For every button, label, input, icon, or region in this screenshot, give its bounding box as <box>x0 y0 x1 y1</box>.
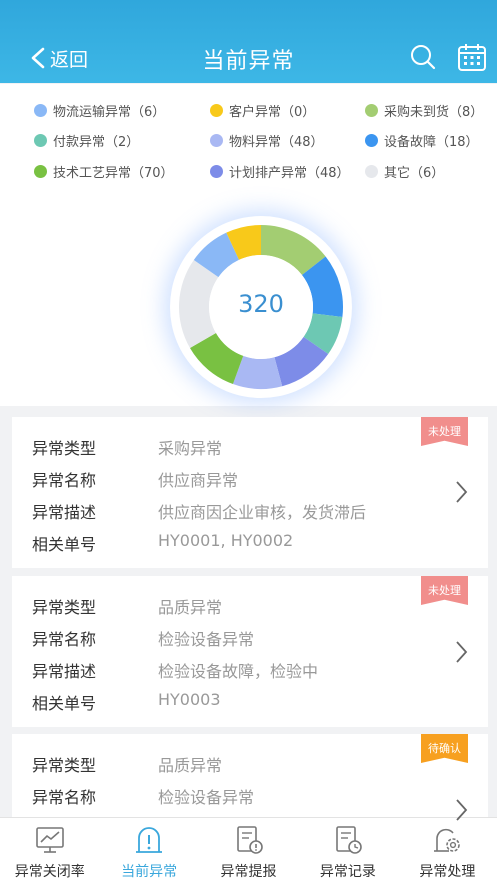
card-field-row: 相关单号 HY0001, HY0002 <box>32 531 293 555</box>
exception-card[interactable]: 待确认异常类型 品质异常异常名称 检验设备异常 <box>12 734 488 817</box>
field-label: 异常描述 <box>32 503 97 522</box>
chevron-right-icon[interactable] <box>454 798 468 822</box>
legend-dot <box>365 104 378 117</box>
nav-item-current[interactable]: 当前异常 <box>99 818 198 883</box>
status-badge: 待确认 <box>421 734 468 763</box>
legend-label: 设备故障（18） <box>384 135 479 150</box>
nav-label: 异常关闭率 <box>14 864 85 880</box>
legend-item: 付款异常（2） <box>34 131 139 150</box>
field-value: 检验设备异常 <box>158 788 255 807</box>
bottom-nav: 异常关闭率 当前异常 异常提报 异常记录 异常处理 <box>0 817 497 883</box>
card-field-row: 异常名称 检验设备异常 <box>32 784 254 808</box>
exception-card[interactable]: 未处理异常类型 采购异常异常名称 供应商异常异常描述 供应商因企业审核，发货滞后相关单… <box>12 417 488 568</box>
nav-label: 异常提报 <box>220 864 277 880</box>
field-value: HY0003 <box>158 690 221 709</box>
legend-item: 客户异常（0） <box>210 101 315 120</box>
card-field-row: 异常名称 供应商异常 <box>32 467 238 491</box>
card-field-row: 异常类型 品质异常 <box>32 752 222 776</box>
field-value: HY0001, HY0002 <box>158 531 294 550</box>
status-badge: 未处理 <box>421 417 468 446</box>
legend-label: 计划排产异常（48） <box>229 166 350 181</box>
legend-label: 客户异常（0） <box>229 105 316 120</box>
nav-label: 异常记录 <box>319 864 376 880</box>
legend-item: 其它（6） <box>365 162 444 181</box>
card-field-row: 异常描述 检验设备故障，检验中 <box>32 658 318 682</box>
field-label: 相关单号 <box>32 535 97 554</box>
status-badge: 未处理 <box>421 576 468 605</box>
legend-label: 技术工艺异常（70） <box>53 166 174 181</box>
field-label: 异常名称 <box>32 788 97 807</box>
nav-item-records[interactable]: 异常记录 <box>298 818 397 883</box>
record-clock-icon <box>336 826 362 854</box>
summary-panel: 物流运输异常（6） 客户异常（0） 采购未到货（8） 付款异常（2） 物料异常（48） 设… <box>0 84 497 406</box>
chevron-right-icon[interactable] <box>454 480 468 504</box>
calendar-icon[interactable] <box>457 42 487 72</box>
field-label: 异常类型 <box>32 439 97 458</box>
total-count: 320 <box>238 290 284 318</box>
field-label: 异常名称 <box>32 471 97 490</box>
gear-process-icon <box>434 828 461 852</box>
field-value: 品质异常 <box>158 598 223 617</box>
legend-item: 计划排产异常（48） <box>210 162 350 181</box>
legend-label: 物料异常（48） <box>229 135 324 150</box>
legend-item: 技术工艺异常（70） <box>34 162 174 181</box>
header-bar: 返回 当前异常 <box>0 0 497 83</box>
field-label: 异常描述 <box>32 662 97 681</box>
legend-dot <box>365 165 378 178</box>
nav-label: 当前异常 <box>121 864 178 880</box>
legend-label: 付款异常（2） <box>53 135 140 150</box>
field-label: 异常名称 <box>32 630 97 649</box>
legend-dot <box>210 134 223 147</box>
legend-dot <box>210 104 223 117</box>
field-label: 异常类型 <box>32 598 97 617</box>
nav-item-close-rate[interactable]: 异常关闭率 <box>0 818 99 883</box>
legend-item: 物流运输异常（6） <box>34 101 165 120</box>
field-value: 品质异常 <box>158 756 223 775</box>
card-field-row: 异常描述 供应商因企业审核，发货滞后 <box>32 499 366 523</box>
field-value: 供应商异常 <box>158 471 239 490</box>
nav-label: 异常处理 <box>419 864 476 880</box>
field-value: 检验设备故障，检验中 <box>158 662 319 681</box>
legend-dot <box>34 104 47 117</box>
legend-label: 采购未到货（8） <box>384 105 484 120</box>
legend-item: 采购未到货（8） <box>365 101 483 120</box>
card-field-row: 异常类型 采购异常 <box>32 435 222 459</box>
nav-item-report[interactable]: 异常提报 <box>199 818 298 883</box>
legend-item: 物料异常（48） <box>210 131 324 150</box>
card-field-row: 异常名称 检验设备异常 <box>32 626 254 650</box>
report-alert-icon <box>236 826 263 854</box>
legend-dot <box>34 165 47 178</box>
search-icon[interactable] <box>408 42 438 72</box>
field-value: 检验设备异常 <box>158 630 255 649</box>
field-value: 供应商因企业审核，发货滞后 <box>158 503 367 522</box>
alert-bell-icon <box>136 827 163 853</box>
card-field-row: 相关单号 HY0003 <box>32 690 221 714</box>
legend-label: 物流运输异常（6） <box>53 105 166 120</box>
legend-dot <box>210 165 223 178</box>
monitor-chart-icon <box>35 827 64 853</box>
legend-dot <box>34 134 47 147</box>
card-field-row: 异常类型 品质异常 <box>32 594 222 618</box>
field-label: 异常类型 <box>32 756 97 775</box>
legend-item: 设备故障（18） <box>365 131 479 150</box>
legend-dot <box>365 134 378 147</box>
nav-item-handle[interactable]: 异常处理 <box>398 818 497 883</box>
field-label: 相关单号 <box>32 694 97 713</box>
exception-card[interactable]: 未处理异常类型 品质异常异常名称 检验设备异常异常描述 检验设备故障，检验中相关单号 H… <box>12 576 488 727</box>
legend-label: 其它（6） <box>384 166 445 181</box>
chevron-right-icon[interactable] <box>454 640 468 664</box>
field-value: 采购异常 <box>158 439 223 458</box>
